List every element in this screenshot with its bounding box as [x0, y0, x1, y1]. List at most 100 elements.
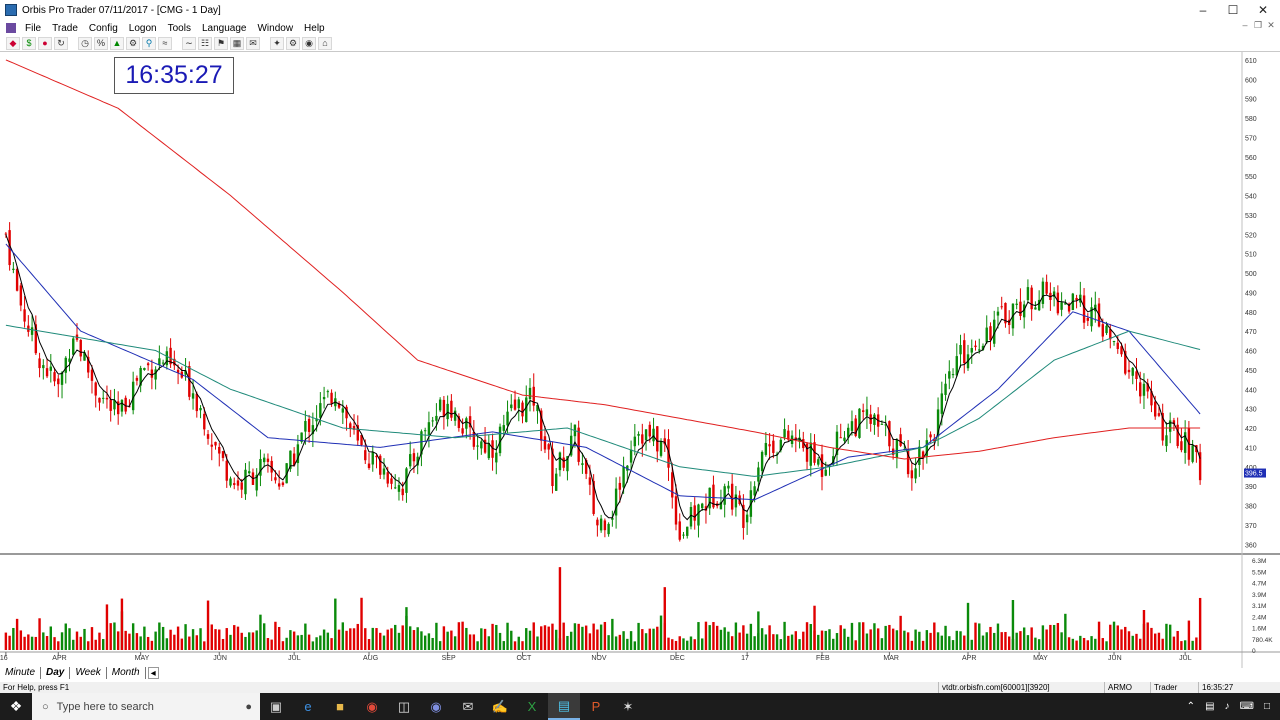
mail-icon[interactable]: ✉: [246, 37, 260, 50]
minimize-icon[interactable]: –: [1188, 0, 1218, 20]
volume-bar: [23, 636, 26, 650]
menu-trade[interactable]: Trade: [47, 23, 84, 34]
close-icon[interactable]: ✕: [1248, 0, 1278, 20]
windows-start-icon[interactable]: ❖: [0, 693, 32, 720]
candle-body: [45, 368, 49, 377]
child-close-icon[interactable]: ✕: [1264, 20, 1278, 31]
keyboard-icon[interactable]: ⌨: [1240, 701, 1254, 712]
taskbar-search[interactable]: ○ Type here to search ●: [32, 693, 260, 720]
app-icon-4[interactable]: ✶: [612, 693, 644, 720]
clock-icon[interactable]: ◷: [78, 37, 92, 50]
menu-window[interactable]: Window: [252, 23, 299, 34]
volume-bar: [521, 641, 524, 650]
network-icon[interactable]: ▤: [1205, 701, 1214, 712]
menu-help[interactable]: Help: [299, 23, 331, 34]
candle-body: [476, 445, 479, 447]
lock-icon[interactable]: ◉: [302, 37, 316, 50]
price-chart[interactable]: 3603703803904004104204304404504604704804…: [0, 52, 1280, 668]
volume-bar: [453, 636, 457, 650]
maximize-icon[interactable]: ☐: [1218, 0, 1248, 20]
last-price-label: 396.5: [1245, 471, 1263, 478]
search-icon[interactable]: ⚲: [142, 37, 156, 50]
chrome-icon[interactable]: ◉: [356, 693, 388, 720]
dollar-icon[interactable]: $: [22, 37, 36, 50]
candle-body: [506, 411, 509, 426]
status-time: 16:35:27: [1198, 682, 1280, 693]
edge-icon[interactable]: e: [292, 693, 324, 720]
volume-bar: [704, 621, 708, 650]
volume-bar: [1131, 635, 1134, 650]
volume-bar: [1034, 637, 1037, 650]
candle-body: [195, 393, 199, 412]
tab-week[interactable]: Week: [70, 667, 107, 679]
news-icon[interactable]: ☷: [198, 37, 212, 50]
menu-logon[interactable]: Logon: [124, 23, 163, 34]
powerpoint-icon[interactable]: P: [580, 693, 612, 720]
home-icon[interactable]: ⌂: [318, 37, 332, 50]
app-icon-2[interactable]: ✉: [452, 693, 484, 720]
volume-bar: [375, 628, 378, 650]
child-restore-icon[interactable]: ❐: [1251, 20, 1265, 31]
volume-bar: [143, 626, 146, 650]
notification-icon[interactable]: □: [1264, 701, 1270, 712]
microphone-icon[interactable]: ●: [245, 701, 252, 713]
task-view-icon[interactable]: ▣: [260, 693, 292, 720]
volume-bar: [188, 636, 191, 650]
chart-icon[interactable]: ▲: [110, 37, 124, 50]
volume-bar: [442, 626, 446, 650]
volume-bar: [869, 629, 872, 650]
volume-bar: [985, 632, 988, 650]
volume-bar: [423, 635, 427, 650]
candle-body: [453, 410, 457, 421]
app-icon-3[interactable]: ✍: [484, 693, 516, 720]
store-icon[interactable]: ◫: [388, 693, 420, 720]
candle-body: [49, 366, 52, 371]
alert-icon[interactable]: ⚑: [214, 37, 228, 50]
gear-icon[interactable]: ⚙: [126, 37, 140, 50]
file-explorer-icon[interactable]: ■: [324, 693, 356, 720]
menu-language[interactable]: Language: [197, 23, 253, 34]
child-window-icon[interactable]: [6, 23, 16, 33]
volume-bar: [910, 640, 914, 650]
volume-bar: [180, 638, 184, 650]
volume-bar: [169, 629, 172, 650]
candle-body: [367, 463, 371, 469]
volume-bar: [113, 622, 116, 650]
percent-icon[interactable]: %: [94, 37, 108, 50]
table-icon[interactable]: ▦: [230, 37, 244, 50]
candle-body: [15, 268, 19, 291]
indicator-icon[interactable]: ≈: [158, 37, 172, 50]
menu-config[interactable]: Config: [84, 23, 124, 34]
chevron-up-icon[interactable]: ⌃: [1187, 701, 1195, 712]
month-label: MAY: [1033, 655, 1048, 662]
tab-month[interactable]: Month: [107, 667, 146, 679]
order-icon[interactable]: ◆: [6, 37, 20, 50]
stop-icon[interactable]: ●: [38, 37, 52, 50]
line-chart-icon[interactable]: ∼: [182, 37, 196, 50]
tools-icon[interactable]: ✦: [270, 37, 284, 50]
app-icon-1[interactable]: ◉: [420, 693, 452, 720]
chart-area[interactable]: 360 370 380 390 400 410 420 430 440 450 460 470 480 4…: [0, 52, 1280, 668]
menu-bar: File Trade Config Logon Tools Language W…: [0, 20, 1280, 36]
volume-icon[interactable]: ♪: [1225, 701, 1230, 712]
menu-file[interactable]: File: [20, 23, 47, 34]
tab-minute[interactable]: Minute: [0, 667, 42, 679]
candle-body: [236, 480, 240, 486]
settings-icon[interactable]: ⚙: [286, 37, 300, 50]
candle-body: [674, 496, 678, 525]
volume-bar: [760, 628, 764, 650]
menu-tools[interactable]: Tools: [163, 23, 197, 34]
excel-icon[interactable]: X: [516, 693, 548, 720]
tab-day[interactable]: Day: [41, 667, 71, 679]
volume-bar: [1195, 637, 1198, 650]
orbis-trader-icon[interactable]: ▤: [548, 693, 580, 720]
volume-bar: [573, 623, 577, 650]
system-tray: ⌃ ▤ ♪ ⌨ □: [1187, 693, 1280, 720]
tab-scroll-icon[interactable]: ◂: [147, 667, 159, 679]
refresh-icon[interactable]: ↻: [54, 37, 68, 50]
candle-body: [210, 444, 213, 447]
child-minimize-icon[interactable]: –: [1238, 20, 1252, 30]
volume-bar: [1026, 635, 1030, 650]
candle-body: [1041, 281, 1045, 304]
volume-bar: [27, 634, 30, 650]
